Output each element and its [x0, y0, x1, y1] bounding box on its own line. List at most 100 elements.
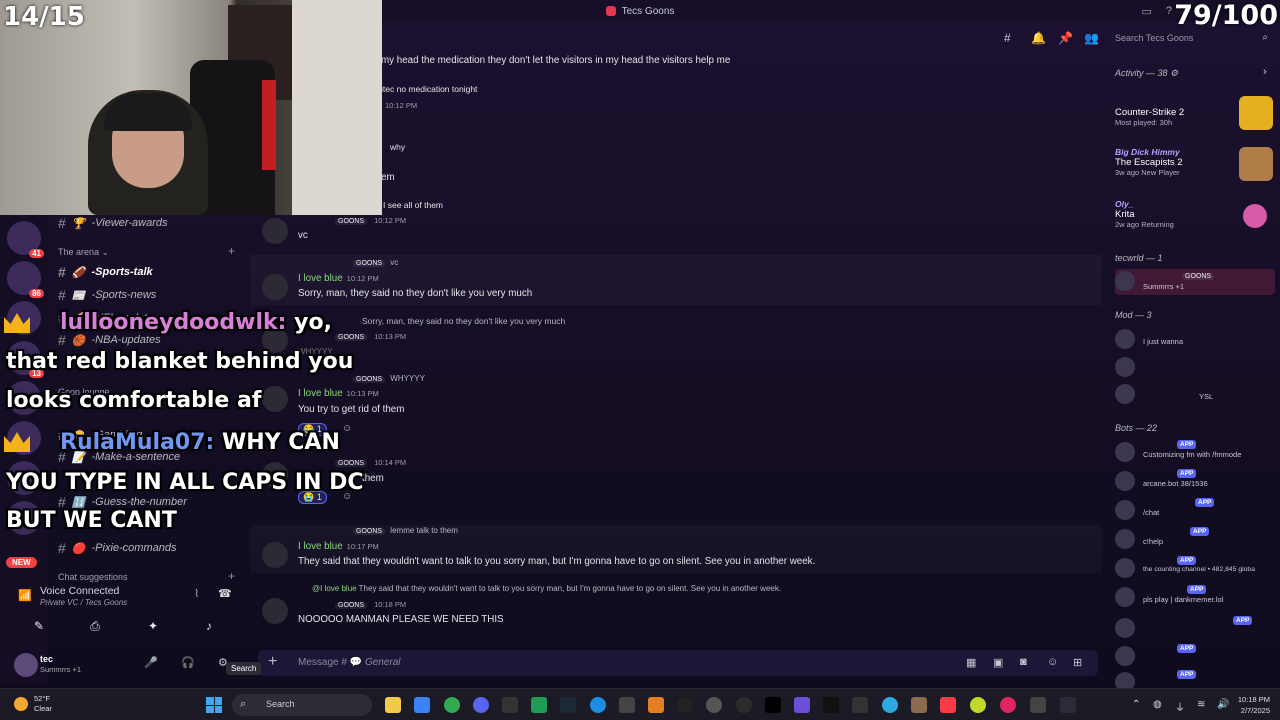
username[interactable]: I love blue [298, 388, 343, 399]
member-row[interactable]: GOONS Summrrs +1 [1115, 269, 1275, 295]
channel-pixie-commands[interactable]: # 🔴 -Pixie-commands [58, 540, 176, 556]
channel-sports-news[interactable]: # 📰 -Sports-news [58, 287, 156, 303]
emoji-icon[interactable]: ☺ [1047, 656, 1058, 668]
voice-channel[interactable]: Private VC / Tecs Goons [40, 598, 127, 607]
start-menu-icon[interactable] [206, 697, 222, 713]
clock[interactable]: 10:18 PM 2/7/2025 [1238, 694, 1270, 716]
user-avatar[interactable] [262, 274, 288, 300]
user-avatar[interactable] [262, 218, 288, 244]
app-icon[interactable] [1000, 697, 1016, 713]
user-avatar[interactable] [262, 598, 288, 624]
app-icon[interactable] [736, 697, 752, 713]
tray-icon[interactable]: ◍ [1153, 699, 1162, 710]
sticker-icon[interactable]: ◙ [1020, 656, 1027, 668]
app-icon[interactable] [502, 697, 518, 713]
category-suggestions[interactable]: Chat suggestions [58, 572, 128, 582]
member-row[interactable]: APP the counting channel • 482,845 globa [1115, 556, 1280, 582]
user-avatar[interactable] [262, 542, 288, 568]
member-row[interactable]: I just wanna [1115, 327, 1280, 353]
apps-icon[interactable]: ⊞ [1073, 656, 1082, 669]
weather-widget[interactable]: 52°F Clear [34, 694, 52, 714]
activity-header[interactable]: Activity — 38 ⚙ [1115, 68, 1178, 79]
screenshare-icon[interactable]: ⎙ [80, 615, 110, 637]
add-channel-icon[interactable]: + [228, 244, 235, 258]
server-icon[interactable]: 86 [7, 261, 44, 298]
timestamp: 10:13 PM [374, 332, 407, 341]
app-icon[interactable] [970, 697, 986, 713]
headphones-icon[interactable]: 🎧 [181, 656, 195, 669]
member-row[interactable]: APP Customizing fm with /fmmode [1115, 440, 1280, 466]
app-icon[interactable] [1060, 697, 1076, 713]
xbox-icon[interactable] [531, 697, 547, 713]
member-list: Activity — 38 ⚙ › Counter-Strike 2 Most … [1105, 60, 1280, 692]
settings-icon[interactable] [706, 697, 722, 713]
browser-icon[interactable] [590, 697, 606, 713]
member-row[interactable]: APP [1115, 616, 1280, 642]
chevron-right-icon[interactable]: › [1263, 66, 1267, 78]
search-input[interactable]: Search Tecs Goons ⌕ [1110, 30, 1272, 47]
app-icon[interactable] [852, 697, 868, 713]
help-icon[interactable]: ? [1166, 5, 1172, 18]
app-icon[interactable] [648, 697, 664, 713]
member-row[interactable]: YSL [1115, 382, 1280, 408]
soundboard-icon[interactable]: ♪ [194, 615, 224, 637]
channel-sports-talk[interactable]: # 🏈 -Sports-talk [58, 264, 153, 280]
app-icon[interactable] [911, 697, 927, 713]
channel-viewer-awards[interactable]: # 🏆 -Viewer-awards [58, 215, 168, 231]
add-channel-icon[interactable]: + [228, 569, 235, 583]
message-composer[interactable]: + Message # 💬 General ▦ ▣ ◙ ☺ ⊞ [258, 650, 1098, 676]
threads-icon[interactable]: # [1004, 31, 1011, 45]
tray-icon[interactable]: ⏚ [1175, 699, 1185, 714]
app-icon[interactable] [882, 697, 898, 713]
app-icon[interactable] [794, 697, 810, 713]
activity-card[interactable]: Big Dick Himmy The Escapists 2 3w ago Ne… [1115, 147, 1275, 187]
members-icon[interactable]: 👥 [1084, 31, 1099, 45]
app-icon[interactable] [1030, 697, 1046, 713]
wifi-icon[interactable]: ≋ [1197, 699, 1205, 710]
chrome-icon[interactable] [444, 697, 460, 713]
discord-icon[interactable] [473, 697, 489, 713]
music-icon[interactable] [940, 697, 956, 713]
gif-icon[interactable]: ▣ [993, 656, 1003, 669]
add-reaction-icon[interactable]: ☺ [342, 423, 352, 434]
member-row[interactable]: APP c!help [1115, 527, 1280, 553]
attach-plus-icon[interactable]: + [268, 653, 277, 671]
app-icon[interactable] [619, 697, 635, 713]
reply-mention[interactable]: @I love blue [312, 584, 357, 593]
camera-icon[interactable]: ✎ [24, 615, 54, 637]
member-row[interactable]: APP arcane.bot 38/1536 [1115, 469, 1280, 495]
activity-card[interactable]: Counter-Strike 2 Most played: 30h [1115, 96, 1275, 132]
noise-suppression-icon[interactable]: ⌇ [194, 587, 199, 600]
channel-emoji: 📰 [71, 289, 86, 302]
username[interactable]: I love blue [298, 273, 343, 284]
taskbar-search[interactable]: ⌕ Search [232, 694, 372, 716]
pin-icon[interactable]: 📌 [1058, 31, 1073, 45]
temperature: 52°F [34, 694, 50, 703]
activity-card[interactable]: Oly_ Krita 2w ago Returning [1115, 199, 1275, 239]
member-row[interactable]: APP [1115, 644, 1280, 670]
app-icon[interactable] [765, 697, 781, 713]
notification-bell-icon[interactable]: 🔔 [1031, 31, 1046, 45]
microphone-icon[interactable]: 🎤 [144, 656, 158, 669]
tray-chevron-icon[interactable]: ⌃ [1132, 699, 1140, 710]
category-arena[interactable]: The arena ⌄ [58, 247, 109, 258]
member-row[interactable]: APP/chat [1115, 498, 1280, 524]
file-explorer-icon[interactable] [385, 697, 401, 713]
volume-icon[interactable]: 🔊 [1217, 699, 1229, 710]
user-avatar[interactable] [14, 653, 38, 677]
store-icon[interactable] [414, 697, 430, 713]
obs-icon[interactable] [677, 697, 693, 713]
username[interactable]: I love blue [298, 541, 343, 552]
disconnect-icon[interactable]: ☎ [218, 587, 232, 600]
member-row[interactable] [1115, 355, 1280, 381]
steam-icon[interactable] [560, 697, 576, 713]
gift-icon[interactable]: ▦ [966, 656, 976, 669]
inbox-icon[interactable]: ▭ [1141, 5, 1151, 18]
member-row[interactable]: APP pls play | dankmemer.lol [1115, 585, 1280, 611]
user-avatar[interactable] [262, 386, 288, 412]
user-status: Summrrs +1 [40, 665, 82, 674]
channel-emoji: 🔢 [71, 496, 86, 509]
server-icon[interactable]: 41 [7, 221, 44, 258]
activities-icon[interactable]: ✦ [138, 615, 168, 637]
app-icon[interactable] [823, 697, 839, 713]
